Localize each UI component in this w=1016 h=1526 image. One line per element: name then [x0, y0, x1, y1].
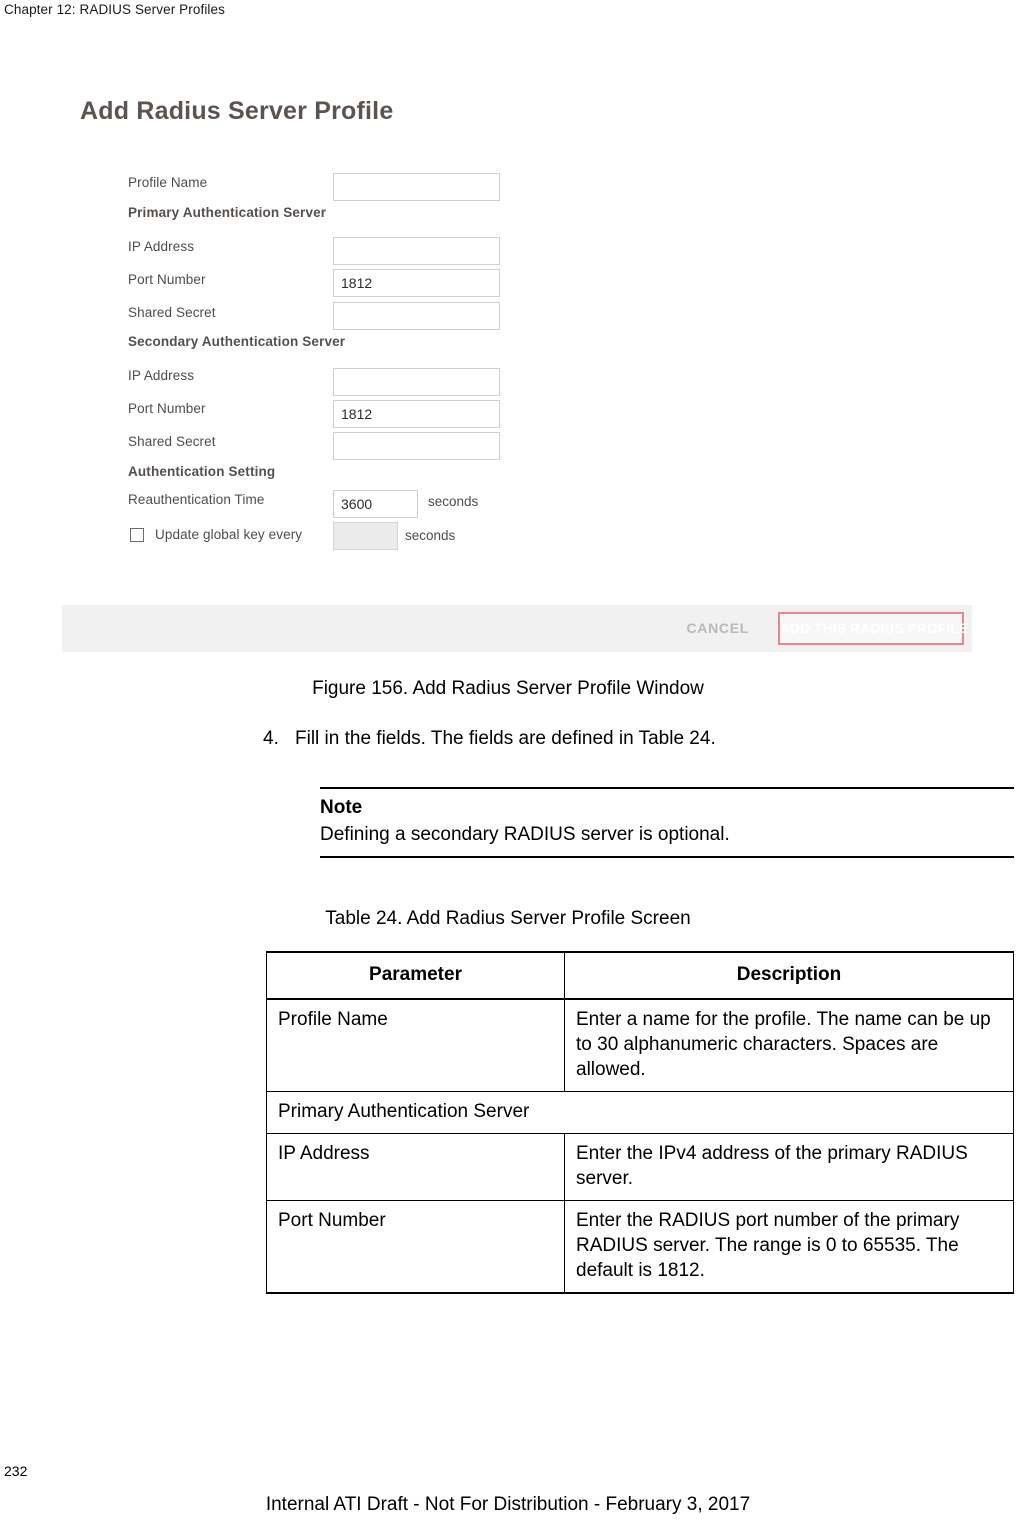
- running-header: Chapter 12: RADIUS Server Profiles: [4, 2, 225, 17]
- table-cell-description: Enter the IPv4 address of the primary RA…: [564, 1133, 1014, 1201]
- table-cell-section-parameter: Primary Authentication Server: [266, 1091, 1014, 1134]
- reauthentication-time-input[interactable]: [333, 490, 418, 518]
- table-cell-description: Enter the RADIUS port number of the prim…: [564, 1200, 1014, 1294]
- update-global-key-label: Update global key every: [155, 527, 303, 542]
- figure-caption: Figure 156. Add Radius Server Profile Wi…: [312, 678, 704, 699]
- page-number: 232: [4, 1463, 28, 1479]
- primary-shared-secret-label: Shared Secret: [128, 305, 216, 320]
- primary-authentication-server-section-label: Primary Authentication Server: [128, 205, 327, 220]
- secondary-authentication-server-section-label: Secondary Authentication Server: [128, 334, 346, 349]
- table-cell-parameter: Profile Name: [266, 998, 565, 1092]
- note-text: Defining a secondary RADIUS server is op…: [320, 824, 730, 845]
- profile-name-label: Profile Name: [128, 175, 208, 190]
- secondary-shared-secret-label: Shared Secret: [128, 434, 216, 449]
- parameter-description-table: Parameter Description Profile Name Enter…: [266, 951, 1014, 1294]
- table-header-parameter: Parameter: [266, 951, 565, 1000]
- primary-port-number-label: Port Number: [128, 272, 206, 287]
- step-text: Fill in the fields. The fields are defin…: [295, 728, 716, 749]
- table-cell-parameter: IP Address: [266, 1133, 565, 1201]
- add-radius-server-profile-form: Profile Name Primary Authentication Serv…: [0, 60, 1016, 580]
- secondary-ip-address-input[interactable]: [333, 368, 500, 396]
- primary-ip-address-label: IP Address: [128, 239, 195, 254]
- secondary-port-number-input[interactable]: [333, 400, 500, 428]
- dialog-action-bar: CANCEL ADD THIS RADIUS PROFILE: [62, 605, 972, 652]
- secondary-port-number-label: Port Number: [128, 401, 206, 416]
- primary-ip-address-input[interactable]: [333, 237, 500, 265]
- step-number: 4.: [263, 728, 279, 749]
- table-body: Profile Name Enter a name for the profil…: [266, 998, 1014, 1294]
- reauthentication-time-unit: seconds: [428, 494, 479, 509]
- figure-screenshot-add-radius-server-profile: Add Radius Server Profile Profile Name P…: [0, 60, 1016, 670]
- table-row: Primary Authentication Server: [266, 1091, 1014, 1134]
- reauthentication-time-label: Reauthentication Time: [128, 492, 265, 507]
- note-block: Note Defining a secondary RADIUS server …: [320, 787, 1014, 858]
- update-global-key-unit: seconds: [405, 528, 456, 543]
- add-this-radius-profile-button[interactable]: ADD THIS RADIUS PROFILE: [778, 612, 968, 645]
- table-cell-parameter: Port Number: [266, 1200, 565, 1294]
- footer-note: Internal ATI Draft - Not For Distributio…: [265, 1494, 751, 1515]
- secondary-ip-address-label: IP Address: [128, 368, 195, 383]
- note-title: Note: [320, 797, 363, 818]
- cancel-button[interactable]: CANCEL: [686, 620, 749, 636]
- authentication-setting-section-label: Authentication Setting: [128, 464, 276, 479]
- update-global-key-checkbox[interactable]: [130, 528, 144, 542]
- primary-shared-secret-input[interactable]: [333, 302, 500, 330]
- table-row: IP Address Enter the IPv4 address of the…: [266, 1133, 1014, 1201]
- update-global-key-input[interactable]: [333, 522, 398, 550]
- table-header-description: Description: [564, 951, 1014, 1000]
- step-item: 4. Fill in the fields. The fields are def…: [263, 728, 716, 750]
- primary-port-number-input[interactable]: [333, 269, 500, 297]
- secondary-shared-secret-input[interactable]: [333, 432, 500, 460]
- profile-name-input[interactable]: [333, 173, 500, 201]
- table-cell-description: Enter a name for the profile. The name c…: [564, 998, 1014, 1092]
- table-caption: Table 24. Add Radius Server Profile Scre…: [325, 908, 691, 929]
- table-header-row: Parameter Description: [266, 951, 1014, 1000]
- table-row: Port Number Enter the RADIUS port number…: [266, 1200, 1014, 1294]
- table-row: Profile Name Enter a name for the profil…: [266, 998, 1014, 1092]
